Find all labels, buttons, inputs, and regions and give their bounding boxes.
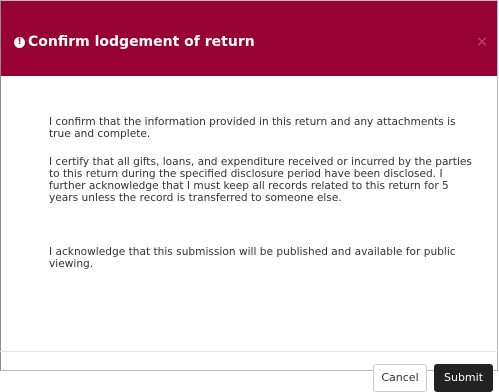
exclamation-glyph: ! — [17, 37, 22, 47]
submit-button[interactable]: Submit — [434, 364, 493, 392]
publication-paragraph: I acknowledge that this submission will … — [49, 246, 456, 270]
dialog-header: ! Confirm lodgement of return × — [1, 1, 497, 76]
cancel-button[interactable]: Cancel — [373, 364, 427, 392]
dialog-title: Confirm lodgement of return — [28, 34, 255, 50]
exclamation-circle-icon: ! — [14, 37, 25, 48]
certification-paragraph: I certify that all gifts, loans, and exp… — [49, 156, 472, 204]
close-icon[interactable]: × — [474, 34, 490, 51]
confirm-lodgement-dialog: ! Confirm lodgement of return × I confir… — [0, 0, 498, 371]
footer-divider — [0, 351, 499, 352]
dialog-body: I confirm that the information provided … — [1, 76, 497, 352]
confirmation-paragraph: I confirm that the information provided … — [49, 116, 456, 140]
